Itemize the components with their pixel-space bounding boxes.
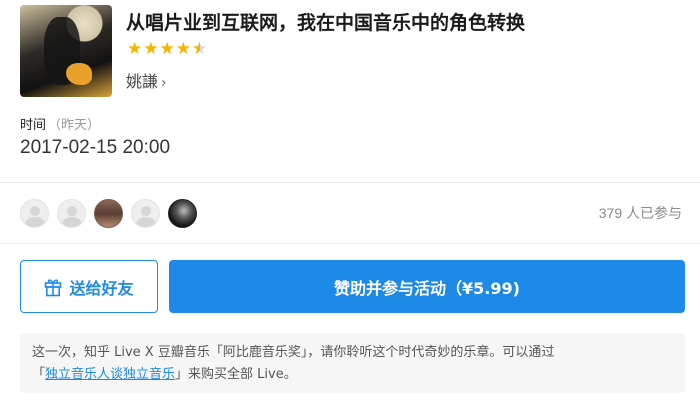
promo-text-after: 」来购买全部 Live。 xyxy=(175,367,297,382)
star-icon: ★ xyxy=(143,39,159,59)
star-icon: ★ xyxy=(159,39,175,59)
section-divider xyxy=(0,182,700,183)
album-link[interactable]: 独立音乐人谈独立音乐 xyxy=(45,367,175,382)
star-icon: ★ xyxy=(127,39,143,59)
speaker-name: 姚謙 xyxy=(126,72,159,91)
promo-quote-open: 「 xyxy=(32,367,46,382)
avatar[interactable] xyxy=(20,199,49,228)
avatar[interactable] xyxy=(168,199,197,228)
time-relative-note: （昨天） xyxy=(48,118,101,133)
avatar[interactable] xyxy=(57,199,86,228)
speaker-link[interactable]: 姚謙 › xyxy=(126,68,167,92)
sponsor-button-label: 赞助并参与活动（¥5.99) xyxy=(334,278,520,298)
sponsor-and-join-button[interactable]: 赞助并参与活动（¥5.99) xyxy=(169,260,685,313)
time-value: 2017-02-15 20:00 xyxy=(20,137,171,158)
participant-count: 379 人已参与 xyxy=(598,205,682,221)
participant-avatars[interactable] xyxy=(20,199,197,228)
cover-beak-shape xyxy=(66,63,92,85)
avatar[interactable] xyxy=(131,199,160,228)
half-star-icon: ★ xyxy=(192,39,207,59)
time-label: 时间 （昨天） xyxy=(20,114,100,133)
gift-to-friend-button[interactable]: 送给好友 xyxy=(20,260,158,313)
promo-info-box: 这一次，知乎 Live X 豆瓣音乐「阿比鹿音乐奖」，请你聆听这个时代奇妙的乐章… xyxy=(20,333,685,393)
chevron-right-icon: › xyxy=(161,75,167,91)
promo-text: 这一次，知乎 Live X 豆瓣音乐「阿比鹿音乐奖」，请你聆听这个时代奇妙的乐章… xyxy=(32,345,555,360)
live-cover-image[interactable] xyxy=(20,5,112,97)
avatar[interactable] xyxy=(94,199,123,228)
time-label-text: 时间 xyxy=(20,118,47,133)
gift-button-label: 送给好友 xyxy=(69,278,134,298)
gift-icon xyxy=(45,278,62,296)
star-icon: ★ xyxy=(175,39,191,59)
live-title: 从唱片业到互联网，我在中国音乐中的角色转换 xyxy=(126,12,526,34)
section-divider xyxy=(0,243,700,244)
rating-stars: ★ ★ ★ ★ ★ xyxy=(127,39,207,59)
